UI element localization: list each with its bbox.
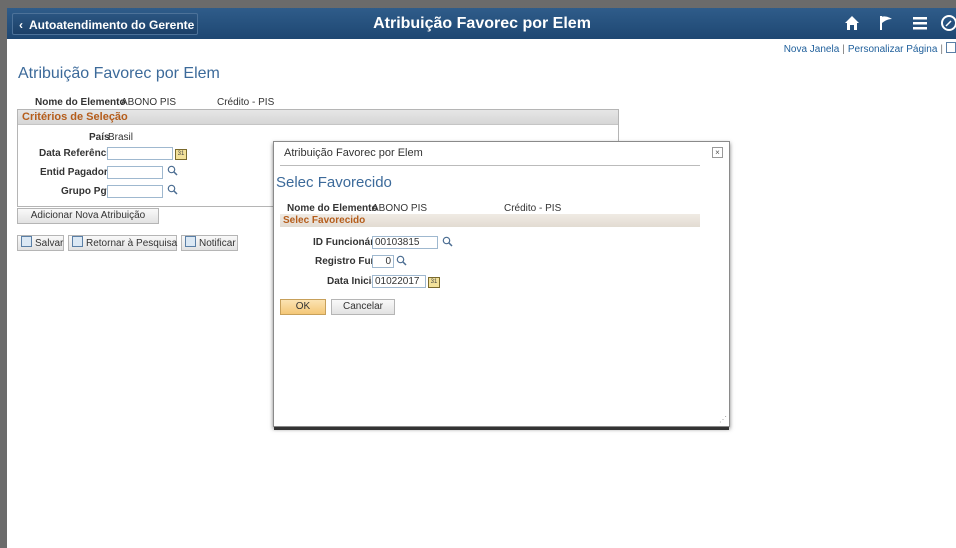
criteria-header: Critérios de Seleção [18, 110, 618, 125]
navbar-icon[interactable] [940, 12, 956, 34]
paying-entity-label: Entid Pagadora [40, 167, 114, 178]
link-separator: | [842, 44, 845, 55]
help-icon[interactable] [946, 42, 956, 53]
lookup-search-icon[interactable] [167, 165, 178, 179]
save-icon [21, 236, 32, 247]
lookup-search-icon[interactable] [167, 184, 178, 198]
add-new-assignment-button[interactable]: Adicionar Nova Atribuição [17, 208, 159, 224]
header-title: Atribuição Favorec por Elem [373, 15, 591, 32]
modal-element-name-value: ABONO PIS [372, 203, 428, 214]
return-button-label: Retornar à Pesquisa [86, 238, 178, 249]
resize-handle-icon[interactable]: ⋰ [719, 415, 727, 424]
chevron-left-icon: ‹ [19, 18, 23, 32]
payment-group-input[interactable] [107, 185, 163, 198]
reference-date-input[interactable] [107, 147, 173, 160]
page-title: Atribuição Favorec por Elem [18, 65, 220, 82]
close-icon[interactable]: × [712, 147, 723, 158]
top-header-bar: ‹ Autoatendimento do Gerente Atribuição F… [7, 8, 956, 39]
menu-icon[interactable] [909, 12, 931, 34]
personalize-page-link[interactable]: Personalizar Página [848, 44, 938, 55]
return-icon [72, 236, 83, 247]
employee-record-input[interactable]: 0 [372, 255, 394, 268]
calendar-icon[interactable]: 31 [428, 277, 440, 288]
notify-button-label: Notificar [199, 238, 236, 249]
ok-button[interactable]: OK [280, 299, 326, 315]
select-payee-section-header: Selec Favorecido [280, 214, 700, 227]
save-button-label: Salvar [35, 238, 64, 249]
back-button[interactable]: ‹ Autoatendimento do Gerente [12, 13, 198, 35]
select-payee-modal: Atribuição Favorec por Elem × Selec Favo… [273, 141, 730, 430]
modal-divider [280, 165, 700, 166]
link-separator: | [940, 44, 943, 55]
element-description: Crédito - PIS [217, 97, 275, 108]
element-name-value: ABONO PIS [121, 97, 177, 108]
start-date-input[interactable]: 01022017 [372, 275, 426, 288]
modal-window-title: Atribuição Favorec por Elem [284, 147, 423, 159]
modal-bottom-edge [274, 427, 729, 430]
country-label: País [89, 132, 110, 143]
country-value: Brasil [108, 132, 134, 143]
notify-icon [185, 236, 196, 247]
flag-icon[interactable] [875, 12, 897, 34]
back-button-label: Autoatendimento do Gerente [29, 18, 195, 32]
modal-element-name-label: Nome do Elemento [287, 203, 378, 214]
modal-heading: Selec Favorecido [276, 174, 392, 191]
lookup-search-icon[interactable] [442, 236, 453, 250]
notify-button[interactable]: Notificar [181, 235, 238, 251]
cancel-button[interactable]: Cancelar [331, 299, 395, 315]
new-window-link[interactable]: Nova Janela [784, 44, 840, 55]
employee-id-input[interactable]: 00103815 [372, 236, 438, 249]
home-icon[interactable] [840, 12, 864, 34]
lookup-search-icon[interactable] [396, 255, 407, 269]
reference-date-label: Data Referência [39, 148, 115, 159]
save-button[interactable]: Salvar [17, 235, 64, 251]
app-frame: ‹ Autoatendimento do Gerente Atribuição F… [7, 8, 956, 548]
page-links: Nova Janela | Personalizar Página | [784, 42, 956, 55]
element-name-label: Nome do Elemento [35, 97, 126, 108]
modal-element-description: Crédito - PIS [504, 203, 562, 214]
paying-entity-input[interactable] [107, 166, 163, 179]
calendar-icon[interactable]: 31 [175, 149, 187, 160]
return-to-search-button[interactable]: Retornar à Pesquisa [68, 235, 177, 251]
